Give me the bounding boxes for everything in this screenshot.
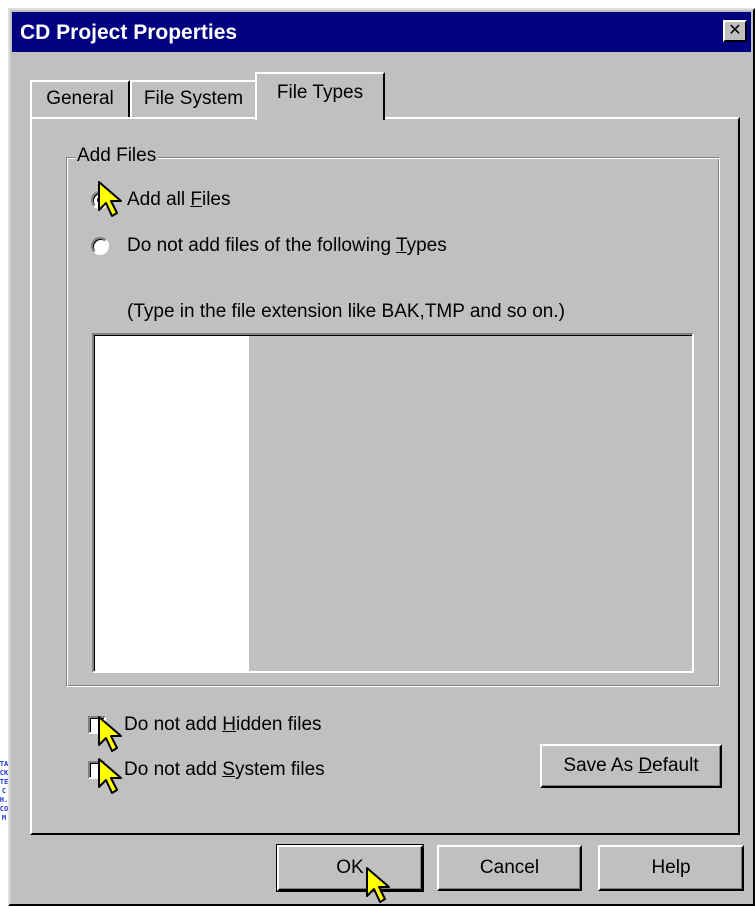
ok-label: OK [336, 857, 364, 878]
help-button[interactable]: Help [598, 845, 744, 891]
extension-list[interactable] [92, 333, 694, 673]
window-title: CD Project Properties [20, 21, 238, 44]
close-button[interactable]: ✕ [723, 20, 747, 42]
system-files-checkbox[interactable] [88, 761, 106, 779]
ok-button[interactable]: OK [276, 844, 424, 892]
hidden-files-option[interactable]: Do not add Hidden files [88, 714, 322, 736]
extension-list-column[interactable] [95, 336, 249, 671]
exclude-types-radio[interactable] [91, 237, 109, 255]
close-icon: ✕ [728, 22, 742, 39]
add-files-group: Add Files Add all Files Do not add files… [66, 145, 720, 687]
properties-dialog: CD Project Properties ✕ General File Sys… [8, 8, 755, 906]
tab-file-system[interactable]: File System [130, 80, 257, 118]
add-all-files-option[interactable]: Add all Files [91, 189, 231, 211]
exclude-types-option[interactable]: Do not add files of the following Types [91, 235, 447, 257]
title-bar: CD Project Properties ✕ [12, 12, 751, 52]
tab-file-system-label: File System [143, 88, 244, 109]
hidden-files-label: Do not add Hidden files [124, 714, 322, 735]
system-files-option[interactable]: Do not add System files [88, 759, 325, 781]
save-as-default-label: Save As Default [563, 755, 699, 776]
help-label: Help [651, 857, 691, 878]
tab-file-types-label: File Types [276, 82, 364, 103]
add-files-group-label: Add Files [75, 145, 159, 167]
cancel-button[interactable]: Cancel [437, 845, 582, 891]
exclude-types-label: Do not add files of the following Types [127, 235, 447, 256]
tab-general[interactable]: General [30, 80, 130, 118]
hidden-files-checkbox[interactable] [88, 716, 106, 734]
system-files-label: Do not add System files [124, 759, 325, 780]
add-all-files-label: Add all Files [127, 189, 231, 210]
watermark-strip: TACKTECH.COM [0, 0, 8, 906]
tab-file-types[interactable]: File Types [255, 72, 385, 120]
extension-hint: (Type in the file extension like BAK,TMP… [127, 301, 565, 322]
tab-general-label: General [46, 88, 114, 109]
save-as-default-button[interactable]: Save As Default [540, 744, 722, 788]
add-all-files-radio[interactable] [91, 191, 109, 209]
file-types-panel: Add Files Add all Files Do not add files… [30, 117, 740, 835]
cancel-label: Cancel [479, 857, 540, 878]
